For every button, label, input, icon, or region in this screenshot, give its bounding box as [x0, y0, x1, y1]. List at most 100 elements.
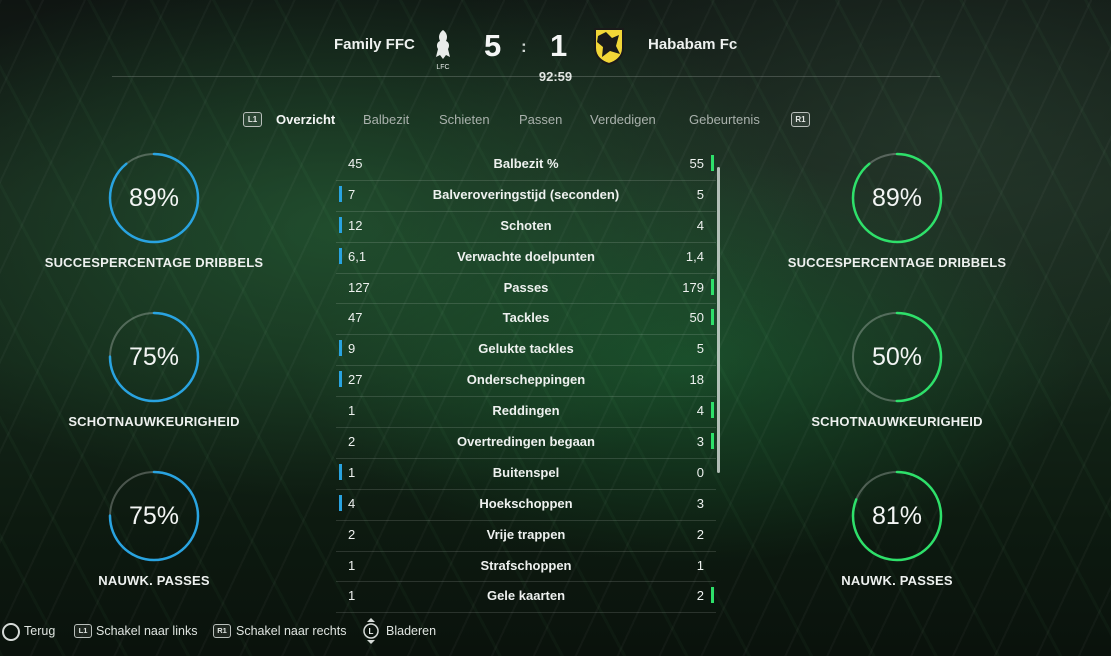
away-leader-marker [711, 309, 714, 326]
away-stat-value: 1,4 [685, 248, 704, 264]
stat-row: 127 Passes 179 [336, 274, 716, 305]
stat-row: 2 Vrije trappen 2 [336, 521, 716, 552]
away-stat-value: 5 [696, 186, 704, 202]
l1-button-hint[interactable]: L1 [243, 112, 262, 127]
away-dribble-success: 89% SUCCESPERCENTAGE DRIBBELS [787, 151, 1007, 270]
tab-gebeurtenis[interactable]: Gebeurtenis [689, 112, 760, 127]
stat-row: 2 Overtredingen begaan 3 [336, 428, 716, 459]
away-stat-value: 3 [696, 495, 704, 511]
home-stat-value: 1 [348, 588, 356, 604]
home-leader-marker [339, 463, 342, 480]
home-leader-marker [339, 185, 342, 202]
home-shot-accuracy: 75% SCHOTNAUWKEURIGHEID [44, 310, 264, 429]
stat-row: 6,1 Verwachte doelpunten 1,4 [336, 243, 716, 274]
r1-key-icon[interactable]: R1 [213, 624, 231, 638]
home-stat-value: 2 [348, 526, 356, 542]
away-stat-value: 5 [696, 341, 704, 357]
away-stat-value: 0 [696, 464, 704, 480]
home-leader-marker [339, 216, 342, 233]
away-leader-marker [711, 587, 714, 604]
away-stat-value: 50 [689, 310, 704, 326]
away-stat-value: 179 [682, 279, 704, 295]
percentage-value: 75% [128, 343, 180, 371]
away-leader-marker [711, 433, 714, 450]
stat-row: 1 Strafschoppen 1 [336, 552, 716, 583]
progress-ring: 89% [107, 151, 201, 245]
home-stat-value: 9 [348, 341, 356, 357]
home-stat-value: 1 [348, 403, 356, 419]
away-stat-value: 4 [696, 217, 704, 233]
home-stat-value: 2 [348, 434, 356, 450]
stat-label: SUCCESPERCENTAGE DRIBBELS [787, 255, 1007, 270]
away-stat-value: 2 [696, 526, 704, 542]
stat-name: Verwachte doelpunten [457, 248, 595, 264]
away-stat-value: 55 [689, 156, 704, 171]
stat-row: 7 Balveroveringstijd (seconden) 5 [336, 181, 716, 212]
home-stat-value: 45 [348, 156, 363, 171]
home-dribble-success: 89% SUCCESPERCENTAGE DRIBBELS [44, 151, 264, 270]
away-pass-accuracy: 81% NAUWK. PASSES [787, 469, 1007, 588]
percentage-value: 81% [871, 502, 923, 530]
home-team-name: Family FFC [334, 36, 415, 53]
stat-row: 1 Buitenspel 0 [336, 459, 716, 490]
away-leader-marker [711, 278, 714, 295]
scroll-label[interactable]: Bladeren [386, 624, 436, 638]
home-stat-value: 1 [348, 557, 356, 573]
stat-name: Reddingen [492, 403, 560, 419]
progress-ring: 81% [850, 469, 944, 563]
match-clock: 92:59 [538, 69, 573, 84]
tab-schieten[interactable]: Schieten [439, 112, 490, 127]
percentage-value: 75% [128, 502, 180, 530]
stat-name: Passes [503, 279, 549, 295]
score-separator: : [521, 37, 527, 56]
stat-name: Gele kaarten [486, 588, 566, 604]
stat-row: 9 Gelukte tackles 5 [336, 335, 716, 367]
stat-row: 4 Hoekschoppen 3 [336, 490, 716, 521]
stat-name: Balbezit % [493, 156, 559, 171]
percentage-value: 50% [871, 343, 923, 371]
percentage-value: 89% [128, 184, 180, 212]
progress-ring: 75% [107, 469, 201, 563]
progress-ring: 89% [850, 151, 944, 245]
stat-row: 1 Reddingen 4 [336, 397, 716, 429]
switch-right-label[interactable]: Schakel naar rechts [236, 624, 346, 638]
stat-name: Balveroveringstijd (seconden) [432, 186, 620, 202]
tab-overzicht[interactable]: Overzicht [276, 112, 335, 127]
away-score: 1 [550, 28, 568, 63]
home-stat-value: 6,1 [348, 248, 367, 264]
stat-row: 47 Tackles 50 [336, 304, 716, 336]
stats-scrollbar[interactable] [717, 167, 720, 473]
stat-name: Schoten [500, 217, 552, 233]
stat-row: 12 Schoten 4 [336, 212, 716, 243]
home-leader-marker [339, 340, 342, 357]
stat-row: 45 Balbezit % 55 [336, 150, 716, 181]
home-score: 5 [484, 28, 502, 63]
home-leader-marker [339, 494, 342, 511]
tab-balbezit[interactable]: Balbezit [363, 112, 409, 127]
tab-passen[interactable]: Passen [519, 112, 562, 127]
home-stat-value: 4 [348, 495, 356, 511]
left-stick-icon[interactable]: L [362, 617, 380, 645]
back-label[interactable]: Terug [24, 624, 55, 638]
home-crest-icon: LFC [436, 30, 450, 71]
tab-verdedigen[interactable]: Verdedigen [590, 112, 656, 127]
stat-row: 27 Onderscheppingen 18 [336, 366, 716, 398]
r1-button-hint[interactable]: R1 [791, 112, 810, 127]
home-stat-value: 7 [348, 186, 356, 202]
away-team-name: Hababam Fc [648, 36, 738, 53]
away-crest-icon [594, 28, 624, 66]
stat-label: SCHOTNAUWKEURIGHEID [811, 414, 983, 429]
home-leader-marker [339, 247, 342, 264]
stat-name: Gelukte tackles [478, 341, 574, 357]
switch-left-label[interactable]: Schakel naar links [96, 624, 197, 638]
away-stat-value: 1 [696, 557, 704, 573]
circle-button-icon[interactable] [2, 623, 20, 641]
stats-table[interactable]: 45 Balbezit % 55 7 Balveroveringstijd (secon… [336, 150, 716, 614]
stat-name: Strafschoppen [480, 557, 572, 573]
progress-ring: 75% [107, 310, 201, 404]
svg-text:L: L [369, 627, 374, 636]
stat-label: NAUWK. PASSES [98, 573, 210, 588]
stat-name: Hoekschoppen [479, 495, 573, 511]
stat-label: SUCCESPERCENTAGE DRIBBELS [44, 255, 264, 270]
l1-key-icon[interactable]: L1 [74, 624, 92, 638]
